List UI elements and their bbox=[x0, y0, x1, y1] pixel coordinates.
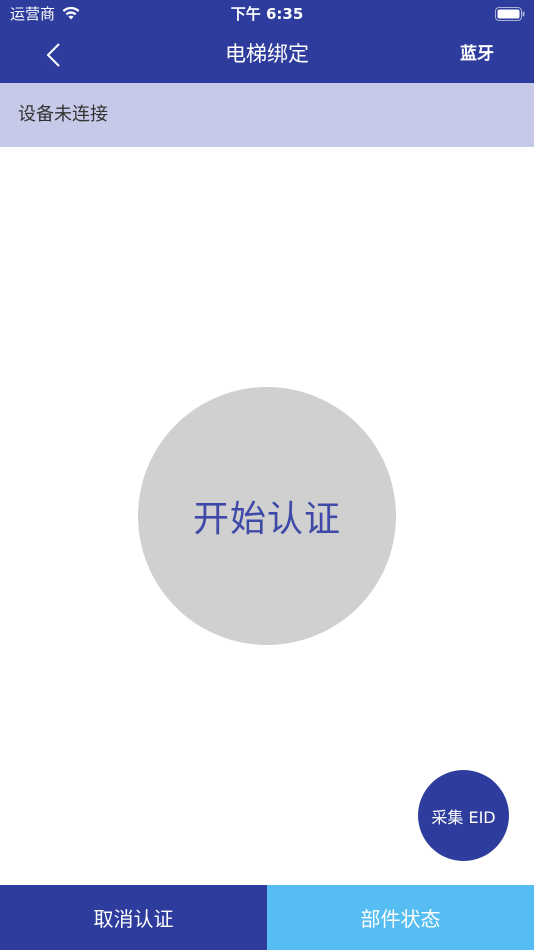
start-auth-label: 开始认证 bbox=[192, 499, 341, 540]
bluetooth-button[interactable]: 蓝牙 bbox=[460, 42, 494, 66]
page-title: 电梯绑定 bbox=[225, 42, 309, 66]
bottom-bar: 取消认证 部件状态 bbox=[0, 885, 534, 950]
clock: 下午 6:35 bbox=[230, 5, 304, 23]
connection-banner: 设备未连接 bbox=[0, 83, 534, 147]
collect-eid-label: 采集 EID bbox=[431, 807, 496, 827]
collect-eid-button[interactable]: 采集 EID bbox=[418, 770, 509, 861]
header: 运营商 下午 6:35 电梯绑定 蓝牙 bbox=[0, 0, 534, 83]
status-bar: 运营商 下午 6:35 bbox=[0, 0, 534, 28]
battery-icon bbox=[495, 7, 525, 21]
connection-status-text: 设备未连接 bbox=[18, 104, 108, 125]
cancel-auth-button[interactable]: 取消认证 bbox=[0, 885, 267, 950]
component-status-button[interactable]: 部件状态 bbox=[267, 885, 534, 950]
start-auth-button[interactable]: 开始认证 bbox=[138, 387, 396, 645]
